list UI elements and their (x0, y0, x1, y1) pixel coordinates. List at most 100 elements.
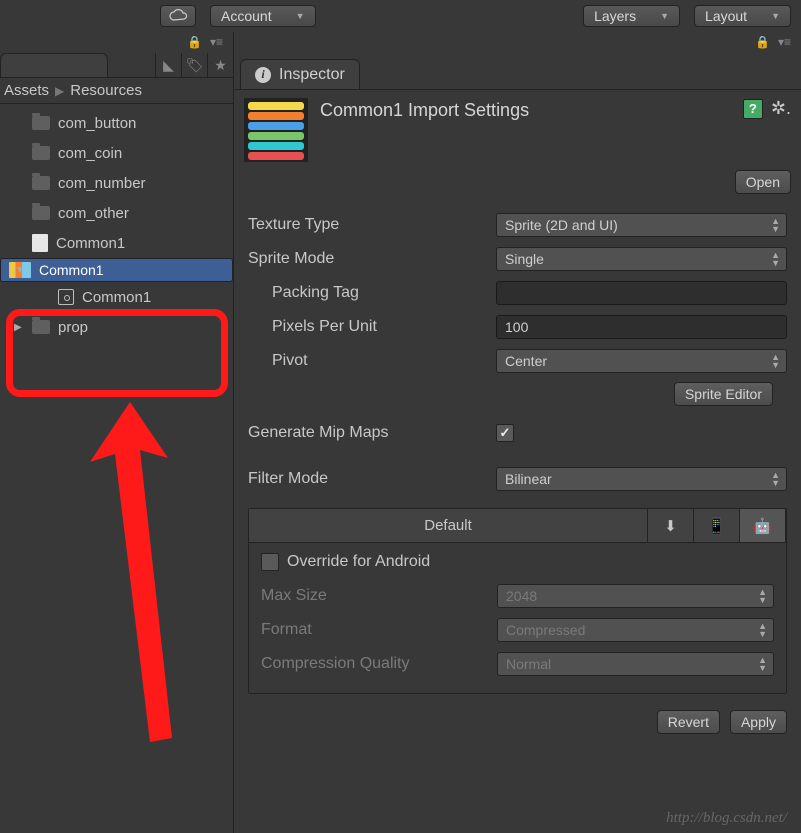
platform-tab-default[interactable]: Default (249, 509, 648, 542)
override-row: Override for Android (261, 553, 774, 579)
project-tab[interactable] (0, 53, 108, 77)
help-icon[interactable]: ? (743, 99, 763, 119)
import-settings: Texture Type Sprite (2D and UI)▲▼ Sprite… (234, 202, 801, 502)
top-toolbar: Account ▼ Layers ▼ Layout▼ (0, 0, 801, 32)
tree-folder[interactable]: com_number (0, 168, 233, 198)
override-label: Override for Android (287, 553, 430, 571)
favorite-icon[interactable]: ★ (207, 53, 233, 77)
ppu-label: Pixels Per Unit (248, 318, 486, 336)
tree-file[interactable]: Common1 (0, 228, 233, 258)
layers-dropdown[interactable]: Layers ▼ (583, 5, 680, 27)
inspector-panel: 🔒 ▾≡ Inspector Common1 Import Settings ? (234, 32, 801, 833)
download-icon: ⬇ (664, 517, 677, 535)
max-size-label: Max Size (261, 587, 487, 605)
texture-type-select[interactable]: Sprite (2D and UI)▲▼ (496, 213, 787, 237)
panel-menu-icon[interactable]: ▾≡ (210, 35, 223, 49)
panel-menu-icon[interactable]: ▾≡ (778, 35, 791, 49)
lock-icon[interactable]: 🔒 (755, 35, 770, 49)
tree-label: com_other (58, 205, 129, 222)
tree-label: Common1 (39, 262, 104, 278)
panel-lock-row: 🔒 ▾≡ (234, 32, 801, 52)
watermark: http://blog.csdn.net/ (666, 810, 787, 827)
tree-label: com_button (58, 115, 136, 132)
phone-icon: 📱 (707, 517, 726, 535)
packing-tag-label: Packing Tag (248, 284, 486, 302)
account-label: Account (221, 8, 272, 24)
asset-title: Common1 Import Settings (320, 98, 731, 121)
tree-folder[interactable]: com_coin (0, 138, 233, 168)
lock-icon[interactable]: 🔒 (187, 35, 202, 49)
breadcrumb-folder[interactable]: Resources (70, 82, 142, 99)
updown-icon: ▲▼ (758, 588, 767, 604)
texture-type-label: Texture Type (248, 216, 486, 234)
apply-row: Revert Apply (234, 704, 801, 748)
platform-tabs: Default ⬇ 📱 🤖 (249, 509, 786, 543)
inspector-tab-row: Inspector (234, 52, 801, 90)
chevron-down-icon: ▼ (660, 11, 669, 21)
tree-sprite[interactable]: Common1 (0, 282, 233, 312)
tree-label: prop (58, 319, 88, 336)
breadcrumb: Assets ▶ Resources (0, 78, 233, 104)
expand-icon[interactable]: ▼ (15, 265, 25, 276)
filter-mode-select[interactable]: Bilinear▲▼ (496, 467, 787, 491)
asset-header: Common1 Import Settings ? ✲. (234, 90, 801, 170)
cloud-icon (168, 9, 188, 23)
tree-folder[interactable]: ▶ prop (0, 312, 233, 342)
sprite-icon (58, 289, 74, 305)
max-size-select[interactable]: 2048▲▼ (497, 584, 774, 608)
tree-label: Common1 (56, 235, 125, 252)
hierarchy-icon[interactable]: ◣ (155, 53, 181, 77)
folder-icon (32, 176, 50, 190)
sprite-editor-button[interactable]: Sprite Editor (674, 382, 773, 406)
tree-label: com_number (58, 175, 146, 192)
updown-icon: ▲▼ (771, 353, 780, 369)
ppu-input[interactable] (496, 315, 787, 339)
inspector-tab[interactable]: Inspector (240, 59, 360, 89)
tree-label: com_coin (58, 145, 122, 162)
breadcrumb-separator-icon: ▶ (55, 84, 64, 98)
account-dropdown[interactable]: Account ▼ (210, 5, 316, 27)
platform-tab-android[interactable]: 🤖 (740, 509, 786, 542)
chevron-down-icon: ▼ (296, 11, 305, 21)
mipmaps-checkbox[interactable] (496, 424, 514, 442)
expand-icon[interactable]: ▶ (14, 322, 22, 333)
platform-tab-standalone[interactable]: ⬇ (648, 509, 694, 542)
folder-icon (32, 320, 50, 334)
folder-icon (32, 146, 50, 160)
tree-label: Common1 (82, 289, 151, 306)
apply-button[interactable]: Apply (730, 710, 787, 734)
sprite-mode-select[interactable]: Single▲▼ (496, 247, 787, 271)
compression-quality-label: Compression Quality (261, 655, 487, 673)
pivot-select[interactable]: Center▲▼ (496, 349, 787, 373)
info-icon (255, 67, 271, 83)
override-checkbox[interactable] (261, 553, 279, 571)
tree-folder[interactable]: com_button (0, 108, 233, 138)
revert-button[interactable]: Revert (657, 710, 720, 734)
folder-icon (32, 206, 50, 220)
layout-dropdown[interactable]: Layout▼ (694, 5, 791, 27)
open-button[interactable]: Open (735, 170, 791, 194)
sprite-mode-label: Sprite Mode (248, 250, 486, 268)
updown-icon: ▲▼ (771, 471, 780, 487)
cloud-button[interactable] (160, 5, 196, 27)
asset-tree: com_button com_coin com_number com_other… (0, 104, 233, 346)
updown-icon: ▲▼ (758, 622, 767, 638)
platform-tab-ios[interactable]: 📱 (694, 509, 740, 542)
format-select[interactable]: Compressed▲▼ (497, 618, 774, 642)
label-icon[interactable]: 🏷 (181, 53, 207, 77)
filter-mode-label: Filter Mode (248, 470, 486, 488)
tree-texture-selected[interactable]: ▼ Common1 (0, 258, 233, 282)
compression-quality-select[interactable]: Normal▲▼ (497, 652, 774, 676)
gear-icon[interactable]: ✲. (771, 98, 791, 119)
layers-label: Layers (594, 8, 636, 24)
asset-thumbnail (244, 98, 308, 162)
android-icon: 🤖 (753, 517, 772, 535)
format-label: Format (261, 621, 487, 639)
platform-settings: Default ⬇ 📱 🤖 Override for Android Max S… (248, 508, 787, 694)
project-tabs: ◣ 🏷 ★ (0, 52, 233, 78)
updown-icon: ▲▼ (771, 217, 780, 233)
layout-label: Layout (705, 8, 747, 24)
breadcrumb-root[interactable]: Assets (4, 82, 49, 99)
tree-folder[interactable]: com_other (0, 198, 233, 228)
packing-tag-input[interactable] (496, 281, 787, 305)
